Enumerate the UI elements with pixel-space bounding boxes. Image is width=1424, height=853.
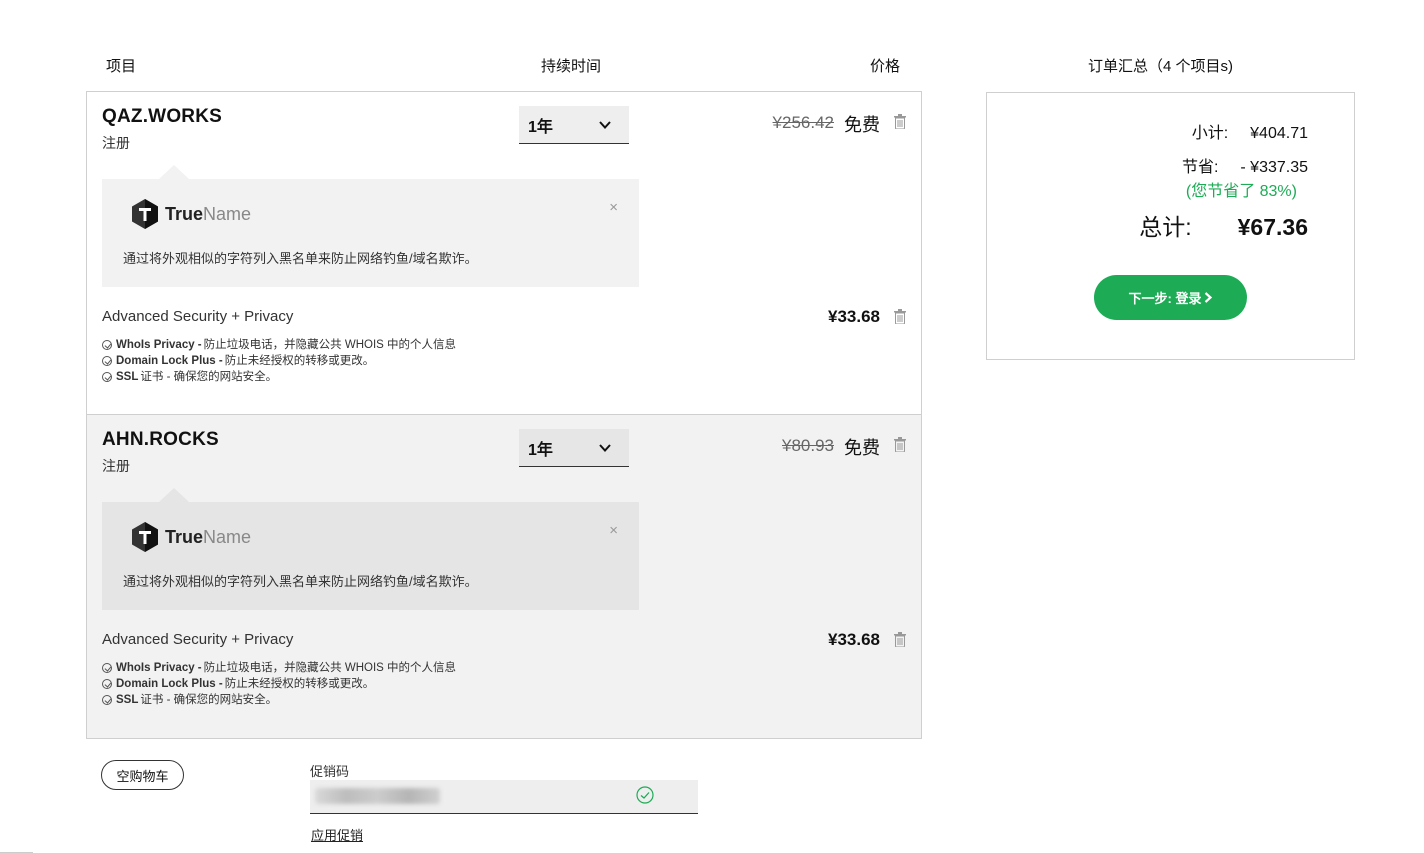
savings-row: 节省: - ¥337.35 [1182, 153, 1308, 177]
feature-item: Domain Lock Plus - 防止未经授权的转移或更改。 [102, 676, 456, 692]
feature-item: WhoIs Privacy - 防止垃圾电话，并隐藏公共 WHOIS 中的个人信息 [102, 337, 456, 353]
promo-code-redacted [315, 788, 440, 804]
addon-feature-list: WhoIs Privacy - 防止垃圾电话，并隐藏公共 WHOIS 中的个人信息… [102, 337, 456, 385]
check-circle-icon [102, 356, 112, 366]
close-icon[interactable]: × [609, 522, 618, 539]
column-header-item: 项目 [106, 58, 137, 75]
total-label: 总计: [1139, 214, 1192, 240]
original-price: ¥80.93 [782, 436, 834, 455]
truename-logo: TrueName [132, 522, 251, 552]
trash-icon[interactable] [894, 632, 906, 647]
order-summary-header: 订单汇总（4 个项目s) [1088, 58, 1234, 75]
close-icon[interactable]: × [609, 199, 618, 216]
truename-promo-card: TrueName × 通过将外观相似的字符列入黑名单来防止网络钓鱼/域名欺诈。 [102, 488, 639, 610]
feature-item: Domain Lock Plus - 防止未经授权的转移或更改。 [102, 353, 456, 369]
price: 免费 [844, 115, 880, 135]
savings-value: - ¥337.35 [1240, 159, 1308, 176]
addon-price: ¥33.68 [828, 630, 880, 649]
next-login-button[interactable]: 下一步: 登录 [1094, 275, 1247, 320]
chevron-down-icon [599, 121, 611, 129]
truename-promo-card: TrueName × 通过将外观相似的字符列入黑名单来防止网络钓鱼/域名欺诈。 [102, 165, 639, 287]
truename-description: 通过将外观相似的字符列入黑名单来防止网络钓鱼/域名欺诈。 [123, 251, 478, 266]
cart-item-qaz-works: QAZ.WORKS 注册 1年 ¥256.42 免费 TrueName × 通过… [87, 92, 921, 415]
truename-logo: TrueName [132, 199, 251, 229]
feature-item: SSL 证书 - 确保您的网站安全。 [102, 369, 456, 385]
check-circle-icon [102, 372, 112, 382]
duration-select[interactable]: 1年 [519, 106, 629, 144]
price: 免费 [844, 438, 880, 458]
truename-brand: TrueName [165, 203, 252, 224]
truename-hex-icon [132, 199, 158, 229]
duration-value: 1年 [528, 441, 553, 459]
truename-description: 通过将外观相似的字符列入黑名单来防止网络钓鱼/域名欺诈。 [123, 574, 478, 589]
savings-percent: (您节省了 83%) [1185, 183, 1297, 200]
addon-title: Advanced Security + Privacy [102, 631, 294, 648]
empty-cart-button[interactable]: 空购物车 [101, 760, 184, 790]
column-header-price: 价格 [870, 58, 901, 75]
chevron-right-icon [1205, 292, 1213, 303]
card-pointer [159, 165, 189, 179]
addon-feature-list: WhoIs Privacy - 防止垃圾电话，并隐藏公共 WHOIS 中的个人信息… [102, 660, 456, 708]
total-row: 总计: ¥67.36 [1139, 208, 1308, 242]
feature-item: SSL 证书 - 确保您的网站安全。 [102, 692, 456, 708]
check-circle-icon [102, 663, 112, 673]
truename-brand: TrueName [165, 526, 252, 547]
subtotal-row: 小计: ¥404.71 [1192, 119, 1308, 143]
subtotal-value: ¥404.71 [1250, 125, 1308, 142]
column-header-duration: 持续时间 [541, 58, 602, 75]
cart-item-ahn-rocks: AHN.ROCKS 注册 1年 ¥80.93 免费 TrueName × 通过将… [87, 415, 921, 738]
savings-label: 节省: [1181, 159, 1219, 176]
total-value: ¥67.36 [1237, 214, 1308, 240]
card-pointer [159, 488, 189, 502]
check-circle-icon [102, 679, 112, 689]
duration-select[interactable]: 1年 [519, 429, 629, 467]
cart-list: QAZ.WORKS 注册 1年 ¥256.42 免费 TrueName × 通过… [86, 91, 922, 739]
addon-price: ¥33.68 [828, 307, 880, 326]
domain-type: 注册 [102, 458, 130, 474]
trash-icon[interactable] [894, 309, 906, 324]
next-login-label: 下一步: 登录 [1128, 291, 1202, 306]
subtotal-label: 小计: [1191, 125, 1229, 142]
trash-icon[interactable] [894, 114, 906, 129]
chevron-down-icon [599, 444, 611, 452]
check-circle-icon [102, 695, 112, 705]
domain-name: QAZ.WORKS [102, 106, 223, 127]
order-summary-panel: 小计: ¥404.71 节省: - ¥337.35 (您节省了 83%) 总计:… [986, 92, 1355, 360]
trash-icon[interactable] [894, 437, 906, 452]
apply-promo-link[interactable]: 应用促销 [311, 825, 363, 844]
check-circle-icon [636, 786, 654, 804]
domain-type: 注册 [102, 135, 130, 151]
truename-hex-icon [132, 522, 158, 552]
duration-value: 1年 [528, 118, 553, 136]
feature-item: WhoIs Privacy - 防止垃圾电话，并隐藏公共 WHOIS 中的个人信息 [102, 660, 456, 676]
promo-code-label: 促销码 [310, 764, 350, 779]
original-price: ¥256.42 [772, 113, 834, 132]
check-circle-icon [102, 340, 112, 350]
domain-name: AHN.ROCKS [102, 429, 219, 450]
addon-title: Advanced Security + Privacy [102, 308, 294, 325]
